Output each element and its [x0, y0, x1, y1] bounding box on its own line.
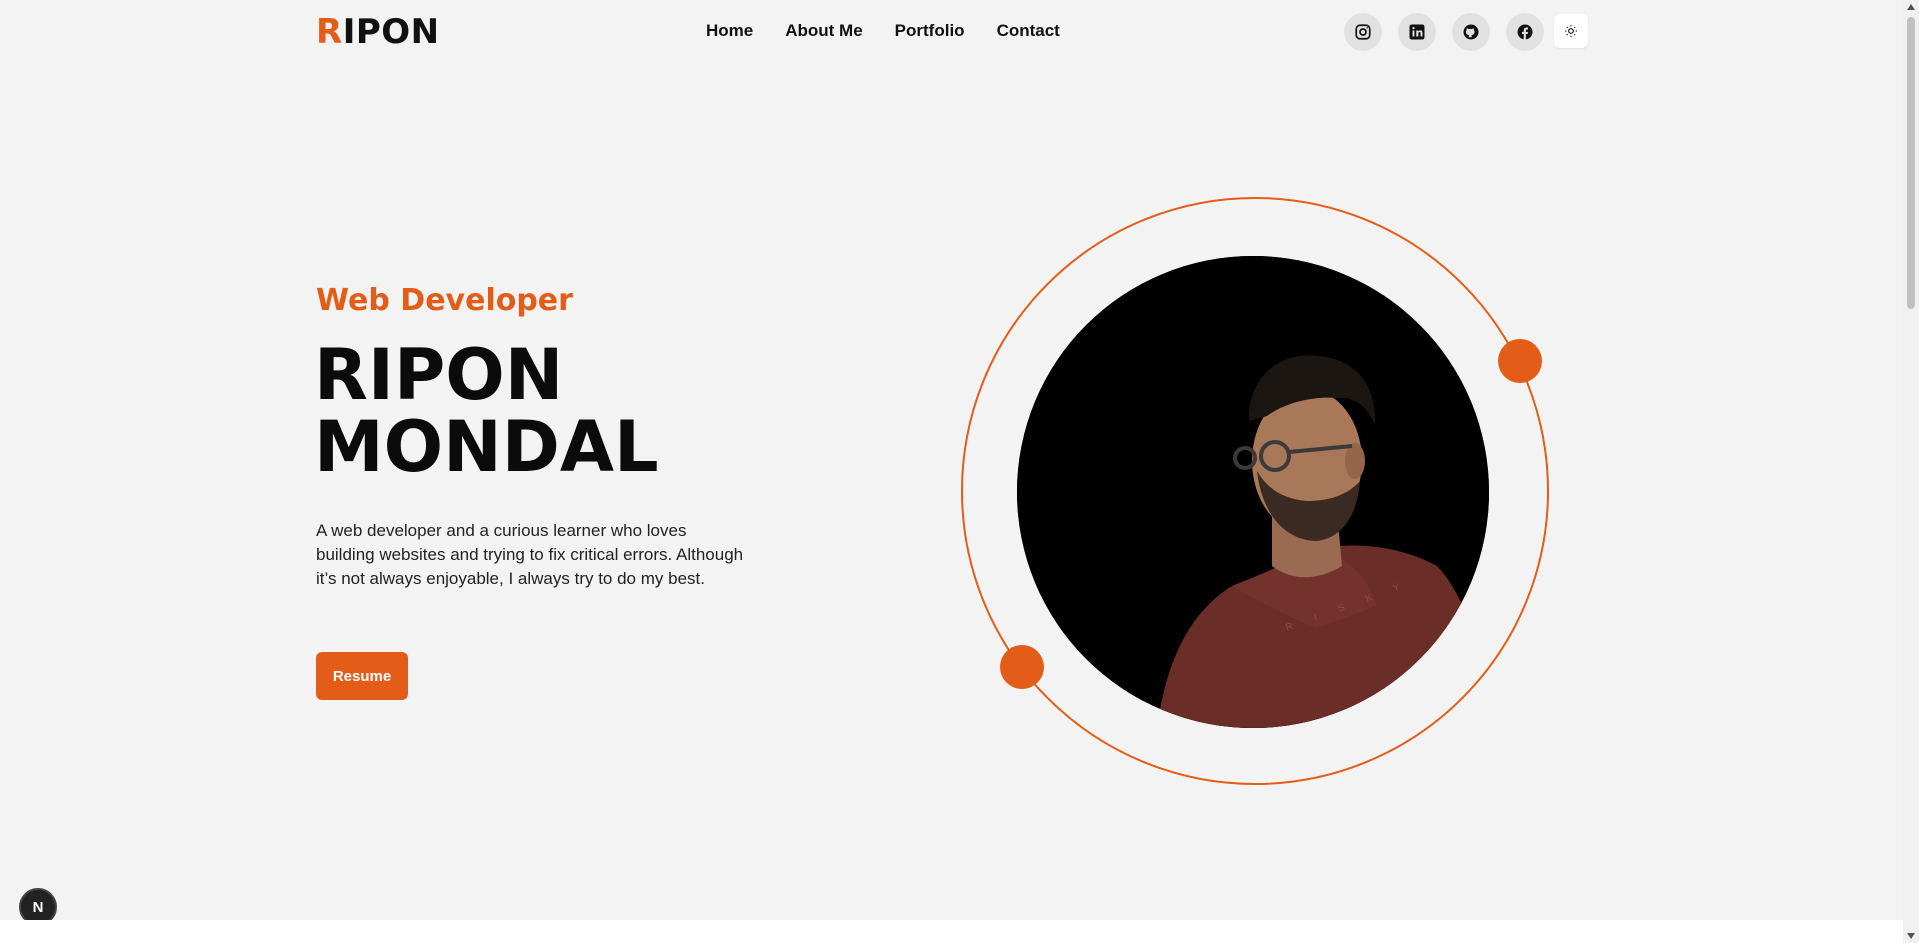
scroll-down-arrow-icon[interactable]: [1907, 933, 1915, 939]
logo-rest: IPON: [342, 12, 440, 52]
instagram-icon: [1355, 24, 1371, 40]
portrait-illustration: R I S K Y: [1017, 256, 1489, 728]
scroll-up-arrow-icon[interactable]: [1907, 4, 1915, 10]
github-icon: [1463, 24, 1479, 40]
theme-toggle-button[interactable]: [1554, 14, 1588, 48]
linkedin-link[interactable]: [1398, 13, 1436, 51]
hero-name: RIPON MONDAL: [314, 339, 834, 483]
profile-portrait: R I S K Y: [1017, 256, 1489, 728]
page-scrollbar[interactable]: [1903, 0, 1919, 943]
logo-first-letter: R: [316, 12, 343, 52]
resume-button[interactable]: Resume: [316, 652, 408, 700]
hero-name-line1: RIPON: [314, 334, 564, 416]
ring-dot-bottom: [1000, 645, 1044, 689]
next-section-edge: [0, 920, 1903, 943]
sun-icon: [1565, 25, 1577, 37]
main-nav: Home About Me Portfolio Contact: [706, 20, 1060, 42]
nav-portfolio[interactable]: Portfolio: [895, 20, 965, 42]
social-links: [1344, 13, 1544, 51]
nav-about-me[interactable]: About Me: [785, 20, 862, 42]
hero-description: A web developer and a curious learner wh…: [316, 521, 744, 588]
facebook-icon: [1517, 24, 1533, 40]
nav-contact[interactable]: Contact: [997, 20, 1060, 42]
instagram-link[interactable]: [1344, 13, 1382, 51]
github-link[interactable]: [1452, 13, 1490, 51]
hero-subtitle: Web Developer: [316, 283, 573, 318]
facebook-link[interactable]: [1506, 13, 1544, 51]
ring-dot-top: [1498, 339, 1542, 383]
site-logo[interactable]: RIPON: [316, 12, 440, 52]
site-header: RIPON Home About Me Portfolio Contact: [0, 0, 1903, 64]
scrollbar-thumb[interactable]: [1907, 17, 1915, 309]
hero-name-line2: MONDAL: [314, 406, 659, 488]
linkedin-icon: [1409, 24, 1425, 40]
nav-home[interactable]: Home: [706, 20, 753, 42]
